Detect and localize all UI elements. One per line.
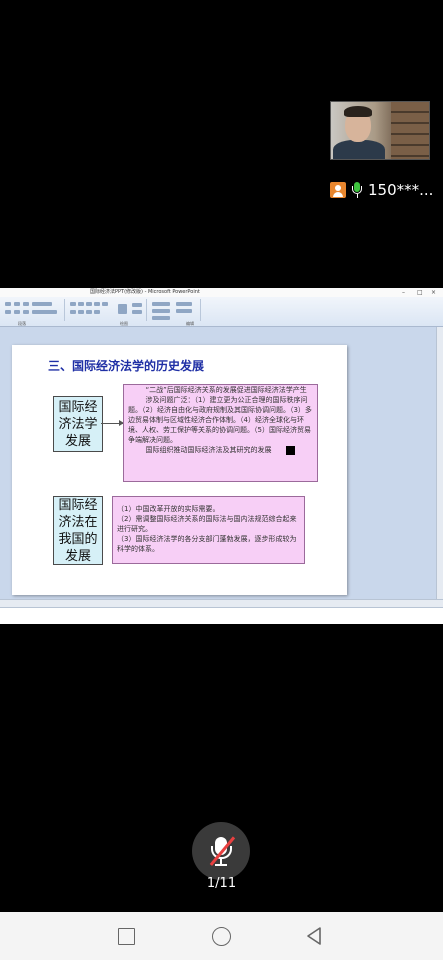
vertical-scrollbar[interactable] (436, 327, 443, 599)
minimize-icon[interactable]: – (402, 288, 405, 297)
recent-apps-icon[interactable] (118, 928, 135, 945)
speaker-hair (344, 106, 372, 117)
mute-microphone-button[interactable] (192, 822, 250, 880)
ribbon-group-drawing[interactable] (66, 299, 147, 321)
participant-row: 150***... (330, 181, 433, 199)
shared-screen: 国际经济法PPT(修改版) - Microsoft PowerPoint – □… (0, 288, 443, 624)
participant-name: 150***... (368, 181, 434, 199)
content-china-line-1: （1）中国改革开放的实际需要。 (117, 505, 220, 513)
ribbon-group-editing[interactable] (148, 299, 201, 321)
notes-pane[interactable] (0, 607, 443, 624)
microphone-active-icon (350, 181, 364, 199)
content-intl-line-1: “二战”后国际经济关系的发展促进国际经济法学产生 (145, 386, 307, 394)
speaker-body (333, 140, 385, 159)
label-china-development: 国际经济法在我国的发展 (53, 496, 103, 565)
label-intl-development: 国际经济法学发展 (53, 396, 103, 452)
slide-title: 三、国际经济法学的历史发展 (48, 359, 205, 373)
user-avatar-icon (330, 182, 346, 198)
bookshelf-background (391, 102, 429, 159)
content-intl-line-2: 涉及问题广泛：（1）建立更为公正合理的国际秩序问题。（2）经济自由化与政府规制及… (128, 396, 312, 444)
home-icon[interactable] (212, 927, 231, 946)
ppt-window-title: 国际经济法PPT(修改版) - Microsoft PowerPoint (90, 289, 200, 295)
system-navigation-bar (0, 912, 443, 960)
content-intl-development: “二战”后国际经济关系的发展促进国际经济法学产生 涉及问题广泛：（1）建立更为公… (123, 384, 318, 482)
ppt-titlebar: 国际经济法PPT(修改版) - Microsoft PowerPoint – □… (0, 288, 443, 297)
speaker-video-thumbnail[interactable] (330, 101, 430, 160)
ribbon-group-paragraph[interactable] (2, 299, 65, 321)
back-icon[interactable] (306, 926, 322, 946)
content-china-development: （1）中国改革开放的实际需要。 （2）需调整国际经济关系的国际法与国内法规范综合… (112, 496, 305, 564)
mouse-cursor-icon (286, 446, 295, 455)
ppt-ribbon: 段落 绘图 编辑 (0, 297, 443, 327)
maximize-icon[interactable]: □ (417, 288, 423, 297)
close-icon[interactable]: × (431, 288, 436, 297)
content-china-line-3: （3）国际经济法学的各分支部门蓬勃发展，逐步形成较为科学的体系。 (117, 535, 297, 553)
page-indicator: 1/11 (206, 876, 237, 891)
slide: 三、国际经济法学的历史发展 国际经济法学发展 “二战”后国际经济关系的发展促进国… (12, 345, 347, 595)
content-china-line-2: （2）需调整国际经济关系的国际法与国内法规范综合起来进行研究。 (117, 515, 297, 533)
